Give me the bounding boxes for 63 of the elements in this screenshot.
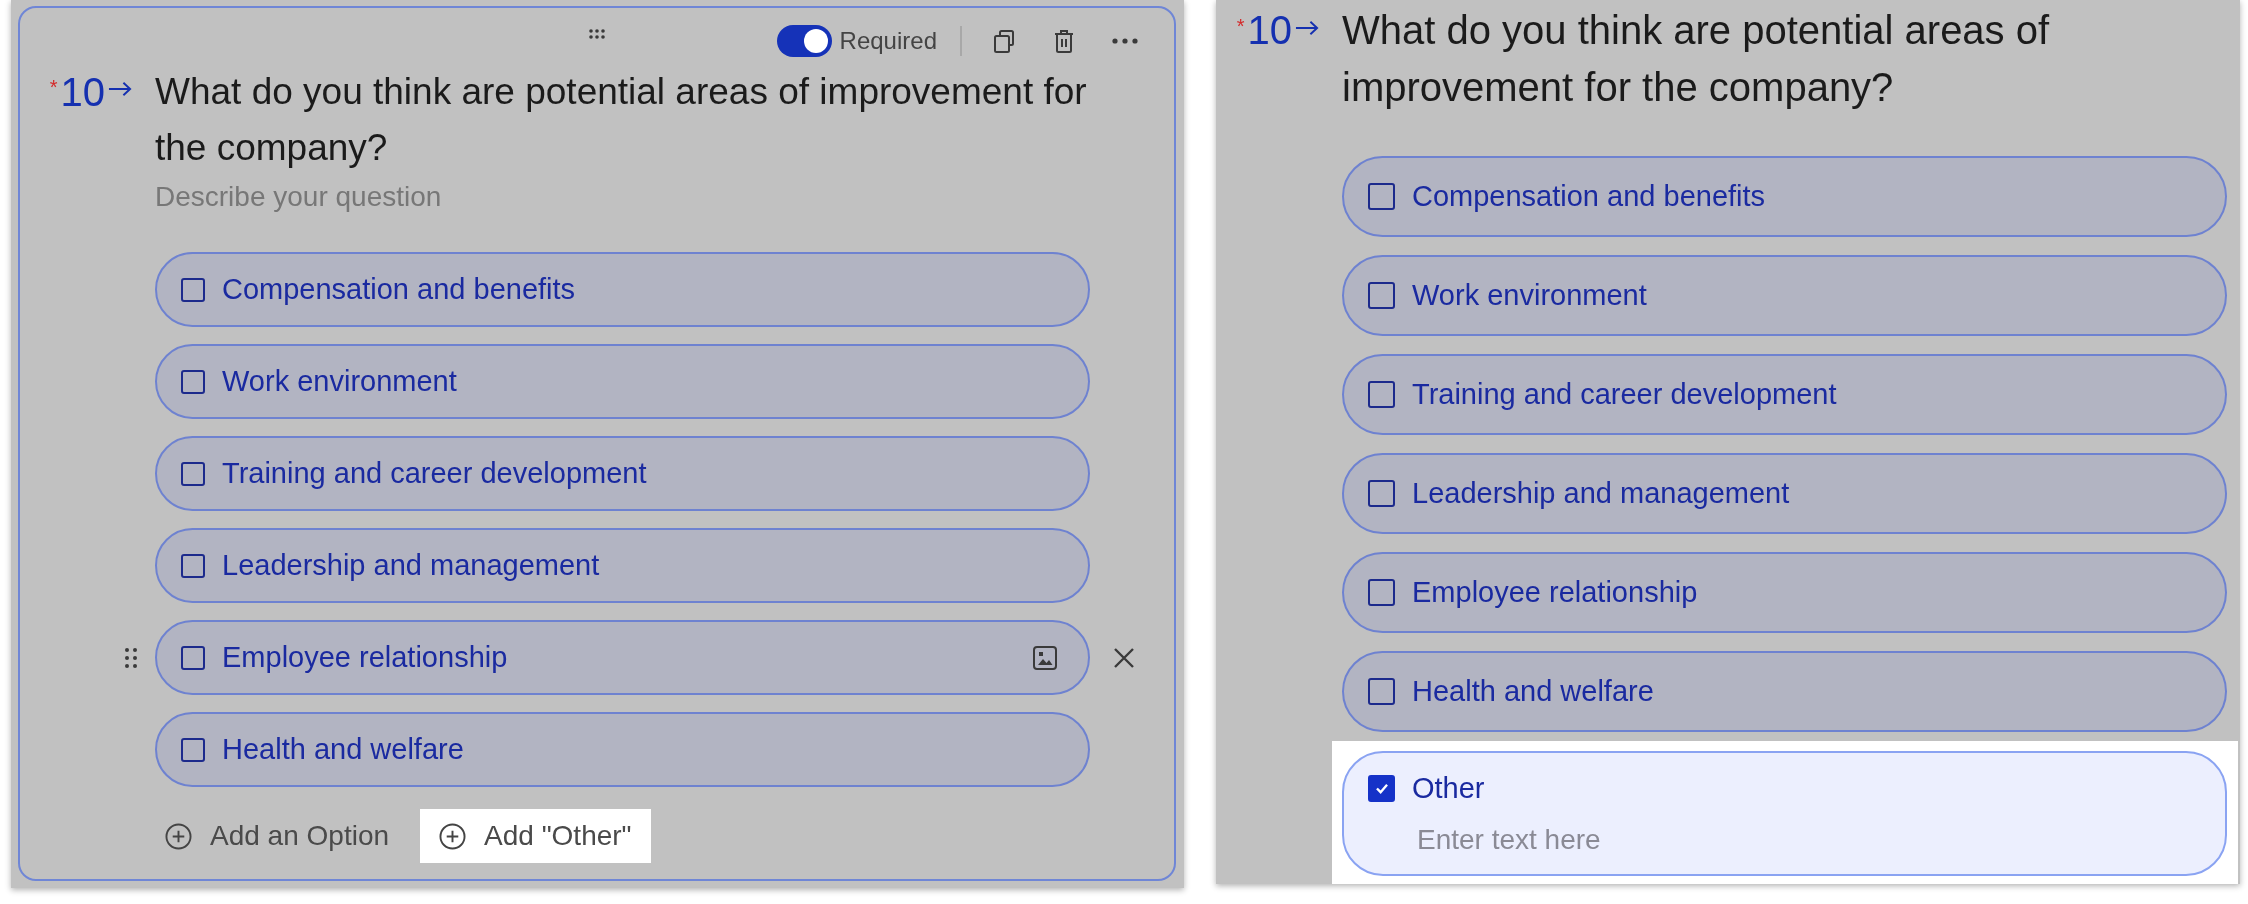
checkbox[interactable] <box>181 737 205 762</box>
option-item[interactable]: Health and welfare <box>1342 651 2227 732</box>
checkbox[interactable] <box>1368 480 1395 507</box>
checkbox[interactable] <box>1368 282 1395 309</box>
option-label: Health and welfare <box>1412 675 1654 708</box>
option-label: Health and welfare <box>222 733 464 766</box>
option-item[interactable]: Other Enter text here <box>1342 751 2227 876</box>
trash-icon[interactable] <box>1054 29 1074 53</box>
required-asterisk: * <box>1236 16 1245 36</box>
image-icon[interactable] <box>1033 645 1057 670</box>
arrow-right-icon <box>108 81 133 97</box>
required-asterisk: * <box>49 77 58 97</box>
plus-circle-icon <box>165 822 192 850</box>
option-label: Compensation and benefits <box>1412 180 1766 213</box>
option-label: Training and career development <box>1412 378 1837 411</box>
drag-handle-icon[interactable] <box>125 647 137 668</box>
option-label: Training and career development <box>222 457 647 490</box>
option-item[interactable]: Work environment <box>155 344 1090 419</box>
checkbox[interactable] <box>181 369 205 394</box>
question-title: What do you think are potential areas of improvement for the company? <box>155 70 1088 170</box>
option-label: Employee relationship <box>222 641 508 674</box>
plus-circle-icon <box>439 822 467 850</box>
option-item[interactable]: Work environment <box>1342 255 2227 336</box>
arrow-right-icon <box>1295 19 1320 36</box>
option-label: Other <box>1412 771 1485 805</box>
option-item[interactable]: Training and career development <box>1342 354 2227 435</box>
checkbox[interactable] <box>181 461 205 486</box>
drag-handle-icon[interactable] <box>589 29 605 39</box>
checkmark-icon <box>1374 782 1389 794</box>
option-item[interactable]: Leadership and management <box>155 528 1090 603</box>
option-item[interactable]: Health and welfare <box>155 712 1090 787</box>
required-label: Required <box>839 26 937 56</box>
checkbox[interactable] <box>181 277 205 302</box>
option-label: Leadership and management <box>222 549 600 582</box>
option-label: Compensation and benefits <box>222 273 576 306</box>
option-item[interactable]: Employee relationship <box>155 620 1090 695</box>
question-title: What do you think are potential areas of improvement for the company? <box>1342 7 2051 111</box>
more-icon[interactable] <box>1112 38 1138 44</box>
other-text-field[interactable]: Enter text here <box>1413 821 2113 859</box>
close-icon[interactable] <box>1113 646 1135 669</box>
add-option-button[interactable]: Add an Option <box>146 809 409 863</box>
copy-icon[interactable] <box>993 29 1015 53</box>
option-label: Employee relationship <box>1412 576 1698 609</box>
description-field[interactable]: Describe your question <box>155 177 755 217</box>
question-number: 10 <box>1247 7 1292 54</box>
checkbox[interactable] <box>1368 579 1395 606</box>
option-label: Work environment <box>1412 279 1647 312</box>
option-item[interactable]: Training and career development <box>155 436 1090 511</box>
option-label: Leadership and management <box>1412 477 1790 510</box>
add-option-button[interactable]: Add "Other" <box>420 809 651 863</box>
checkbox[interactable] <box>181 645 205 670</box>
option-item[interactable]: Compensation and benefits <box>1342 156 2227 237</box>
checkbox[interactable] <box>1368 183 1395 210</box>
checkbox[interactable] <box>1368 678 1395 705</box>
checkbox[interactable] <box>181 553 205 578</box>
option-item[interactable]: Compensation and benefits <box>155 252 1090 327</box>
option-item[interactable]: Employee relationship <box>1342 552 2227 633</box>
required-toggle[interactable] <box>776 25 832 57</box>
checkbox[interactable] <box>1368 774 1395 802</box>
checkbox[interactable] <box>1368 381 1395 408</box>
option-item[interactable]: Leadership and management <box>1342 453 2227 534</box>
option-label: Work environment <box>222 365 457 398</box>
question-number: 10 <box>60 69 105 116</box>
